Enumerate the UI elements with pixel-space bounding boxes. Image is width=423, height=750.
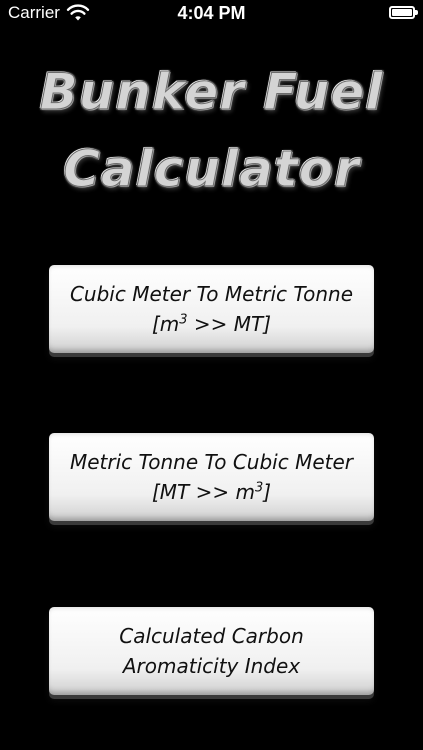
button-label-line-2-post: >> MT] bbox=[187, 312, 272, 336]
battery-fill bbox=[392, 9, 412, 16]
battery-icon bbox=[389, 6, 418, 19]
status-time: 4:04 PM bbox=[177, 3, 246, 23]
button-label-line-2: Aromaticity Index bbox=[122, 654, 301, 678]
metric-tonne-to-cubic-meter-button[interactable]: Metric Tonne To Cubic Meter [MT >> m3] bbox=[49, 433, 374, 521]
page-title-line-1: Bunker Fuel bbox=[39, 63, 384, 122]
button-label-line-2-post: ] bbox=[263, 480, 272, 504]
button-label-superscript: 3 bbox=[254, 480, 264, 496]
page-title-line-2: Calculator bbox=[63, 140, 360, 199]
button-label-line-1: Metric Tonne To Cubic Meter bbox=[69, 450, 354, 474]
button-label-line-2-pre: [MT >> m bbox=[151, 480, 255, 504]
cubic-meter-to-metric-tonne-button[interactable]: Cubic Meter To Metric Tonne [m3 >> MT] bbox=[49, 265, 374, 353]
button-label-line-2: [m3 >> MT] bbox=[49, 309, 374, 339]
status-bar: Carrier 4:04 PM bbox=[0, 0, 423, 28]
button-label-line-2: [MT >> m3] bbox=[49, 477, 374, 507]
button-label-line-1: Cubic Meter To Metric Tonne bbox=[69, 282, 354, 306]
button-label-line-1: Calculated Carbon bbox=[119, 624, 304, 648]
button-label-superscript: 3 bbox=[179, 312, 188, 328]
button-label-line-2-pre: [m bbox=[151, 312, 180, 336]
calculated-carbon-aromaticity-index-button[interactable]: Calculated Carbon Aromaticity Index bbox=[49, 607, 374, 695]
